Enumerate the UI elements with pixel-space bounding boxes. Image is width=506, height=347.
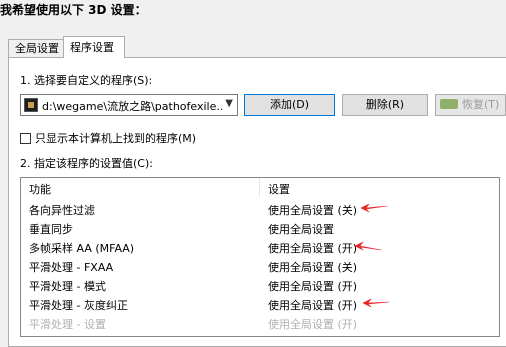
table-row[interactable]: 平滑处理 - 设置 使用全局设置 (开) [21,313,499,332]
restore-button-label: 恢复(T) [462,98,500,111]
row-setting: 使用全局设置 (关) [268,261,358,274]
program-select-value: d:\wegame\流放之路\pathofexile... [42,100,222,113]
show-local-programs-label: 只显示本计算机上找到的程序(M) [35,132,197,145]
page-heading: 我希望使用以下 3D 设置： [0,3,147,17]
row-feature: 平滑处理 - FXAA [29,261,114,274]
select-program-label: 1. 选择要自定义的程序(S): [20,74,153,87]
row-feature: 平滑处理 - 设置 [29,318,106,331]
annotation-arrow-icon [362,298,390,308]
row-setting: 使用全局设置 (开) [268,299,358,312]
row-setting: 使用全局设置 [268,223,334,236]
tab-program-settings[interactable]: 程序设置 [63,36,125,58]
row-feature: 各向异性过滤 [29,204,95,217]
row-setting: 使用全局设置 (开) [268,318,358,331]
nvidia-logo-icon [440,99,458,109]
program-app-icon [24,98,38,112]
table-row[interactable]: 各向异性过滤 使用全局设置 (关) [21,199,499,218]
list-header: 功能 设置 [21,178,499,197]
column-divider[interactable] [259,178,260,197]
annotation-arrow-icon [354,241,382,251]
column-header-feature[interactable]: 功能 [29,181,51,197]
tab-global-settings[interactable]: 全局设置 [8,39,64,57]
row-feature: 平滑处理 - 灰度纠正 [29,299,128,312]
table-row[interactable]: 垂直同步 使用全局设置 [21,218,499,237]
row-setting: 使用全局设置 (开) [268,280,358,293]
row-feature: 多帧采样 AA (MFAA) [29,242,135,255]
settings-list[interactable]: 功能 设置 各向异性过滤 使用全局设置 (关) 垂直同步 使用全局设置 多帧采样… [20,177,500,337]
row-setting: 使用全局设置 (关) [268,204,358,217]
table-row[interactable]: 平滑处理 - 灰度纠正 使用全局设置 (开) [21,294,499,313]
row-feature: 垂直同步 [29,223,73,236]
restore-button[interactable]: 恢复(T) [435,94,506,116]
annotation-arrow-icon [360,203,388,213]
column-header-setting[interactable]: 设置 [268,181,290,197]
row-feature: 平滑处理 - 模式 [29,280,106,293]
table-row[interactable]: 平滑处理 - FXAA 使用全局设置 (关) [21,256,499,275]
table-row[interactable]: 平滑处理 - 模式 使用全局设置 (开) [21,275,499,294]
show-local-programs-checkbox[interactable] [20,132,31,144]
row-setting: 使用全局设置 (开) [268,242,358,255]
chevron-down-icon[interactable]: ▼ [225,98,233,109]
add-button[interactable]: 添加(D) [244,94,335,116]
specify-settings-label: 2. 指定该程序的设置值(C): [20,157,153,170]
table-row[interactable]: 多帧采样 AA (MFAA) 使用全局设置 (开) [21,237,499,256]
show-local-programs-option[interactable]: 只显示本计算机上找到的程序(M) [20,130,196,146]
delete-button[interactable]: 删除(R) [342,94,428,116]
program-select[interactable]: d:\wegame\流放之路\pathofexile... ▼ [20,94,238,116]
